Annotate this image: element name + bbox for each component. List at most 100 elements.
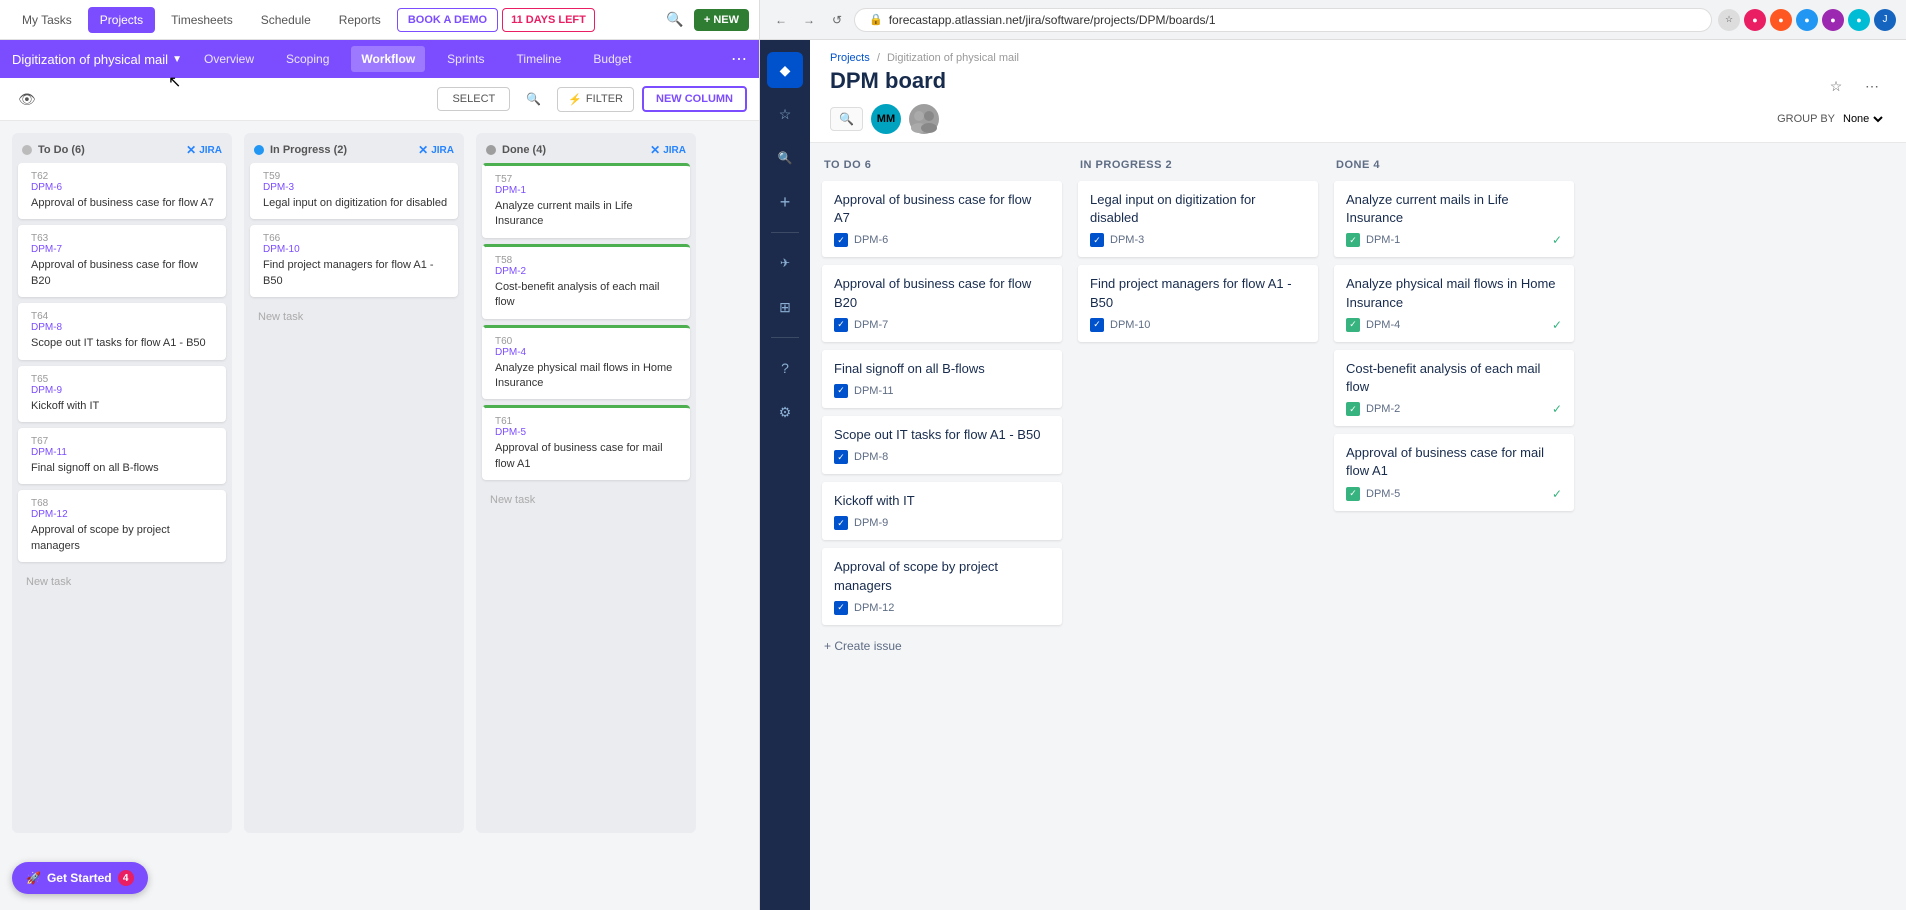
jira-card-dpm2[interactable]: Cost-benefit analysis of each mail flow … <box>1334 350 1574 426</box>
nav-tab-schedule[interactable]: Schedule <box>249 7 323 33</box>
card-t66[interactable]: T66DPM-10 Find project managers for flow… <box>250 225 458 297</box>
jira-x-icon: ✕ <box>418 143 428 157</box>
new-button[interactable]: + NEW <box>694 9 749 31</box>
jira-card-dpm4[interactable]: Analyze physical mail flows in Home Insu… <box>1334 265 1574 341</box>
card-t63[interactable]: T63DPM-7 Approval of business case for f… <box>18 225 226 297</box>
jira-nav-send[interactable]: ✈ <box>767 245 803 281</box>
checkbox-icon: ✓ <box>834 318 848 332</box>
project-title[interactable]: Digitization of physical mail ▼ <box>12 52 182 67</box>
search-icon[interactable]: 🔍 <box>518 88 549 110</box>
column-done: Done (4) ✕ JIRA T57DPM-1 Analyze current… <box>476 133 696 833</box>
forward-button[interactable]: → <box>798 9 820 31</box>
avatar-g[interactable] <box>909 104 939 134</box>
jira-card-dpm6[interactable]: Approval of business case for flow A7 ✓ … <box>822 181 1062 257</box>
checkbox-done-icon: ✓ <box>1346 233 1360 247</box>
more-options-icon[interactable]: ⋯ <box>1858 72 1886 100</box>
lock-icon: 🔒 <box>869 13 883 26</box>
get-started-button[interactable]: 🚀 Get Started 4 <box>12 862 148 894</box>
new-column-button[interactable]: NEW COLUMN <box>642 86 747 112</box>
nav-tab-projects[interactable]: Projects <box>88 7 155 33</box>
extension-icon-4[interactable]: ● <box>1848 9 1870 31</box>
card-t61[interactable]: T61DPM-5 Approval of business case for m… <box>482 405 690 480</box>
jira-nav-question[interactable]: ? <box>767 350 803 386</box>
card-t64[interactable]: T64DPM-8 Scope out IT tasks for flow A1 … <box>18 303 226 359</box>
create-issue-button[interactable]: + Create issue <box>822 633 1062 659</box>
account-icon[interactable]: ● <box>1744 9 1766 31</box>
address-bar[interactable]: 🔒 forecastapp.atlassian.net/jira/softwar… <box>854 8 1712 32</box>
refresh-button[interactable]: ↺ <box>826 9 848 31</box>
checkbox-icon: ✓ <box>834 233 848 247</box>
jira-card-dpm10[interactable]: Find project managers for flow A1 - B50 … <box>1078 265 1318 341</box>
project-tab-overview[interactable]: Overview <box>194 46 264 72</box>
jira-board-header: Projects / Digitization of physical mail… <box>810 40 1906 143</box>
book-demo-button[interactable]: BOOK A DEMO <box>397 8 498 32</box>
done-checkmark-icon: ✓ <box>1552 233 1562 247</box>
jira-card-dpm5[interactable]: Approval of business case for mail flow … <box>1334 434 1574 510</box>
jira-card-dpm8[interactable]: Scope out IT tasks for flow A1 - B50 ✓ D… <box>822 416 1062 474</box>
jira-toolbar: 🔍 MM GROUP BY None <box>830 104 1886 134</box>
eye-icon[interactable]: 👁 <box>12 87 42 112</box>
jira-content: ◆ ☆ 🔍 + ✈ ⊞ ? ⚙ Projects / Digitization … <box>760 40 1906 910</box>
project-tab-scoping[interactable]: Scoping <box>276 46 339 72</box>
group-by-select[interactable]: None <box>1839 112 1886 126</box>
breadcrumb-projects[interactable]: Projects <box>830 52 870 64</box>
jira-nav-search[interactable]: 🔍 <box>767 140 803 176</box>
filter-button[interactable]: ⚡ FILTER <box>557 87 634 112</box>
jira-nav-grid[interactable]: ⊞ <box>767 289 803 325</box>
nav-tab-mytasks[interactable]: My Tasks <box>10 7 84 33</box>
jira-card-dpm11[interactable]: Final signoff on all B-flows ✓ DPM-11 <box>822 350 1062 408</box>
project-more-icon[interactable]: ⋯ <box>731 49 747 69</box>
header-actions: ☆ ⋯ <box>1822 72 1886 100</box>
extension-icon-1[interactable]: ● <box>1770 9 1792 31</box>
card-t59[interactable]: T59DPM-3 Legal input on digitization for… <box>250 163 458 219</box>
jira-nav-plus[interactable]: + <box>767 184 803 220</box>
jira-x-icon: ✕ <box>650 143 660 157</box>
card-t60[interactable]: T60DPM-4 Analyze physical mail flows in … <box>482 325 690 400</box>
jira-card-dpm1[interactable]: Analyze current mails in Life Insurance … <box>1334 181 1574 257</box>
checkbox-icon: ✓ <box>1090 318 1104 332</box>
extension-icon-2[interactable]: ● <box>1796 9 1818 31</box>
jira-card-dpm12[interactable]: Approval of scope by project managers ✓ … <box>822 548 1062 624</box>
jira-nav-board[interactable]: ◆ <box>767 52 803 88</box>
breadcrumb-project: Digitization of physical mail <box>887 52 1019 64</box>
checkbox-icon: ✓ <box>834 516 848 530</box>
jira-col-todo: TO DO 6 Approval of business case for fl… <box>822 159 1062 894</box>
project-tab-timeline[interactable]: Timeline <box>507 46 572 72</box>
card-t62[interactable]: T62DPM-6 Approval of business case for f… <box>18 163 226 219</box>
project-tab-budget[interactable]: Budget <box>583 46 641 72</box>
star-board-icon[interactable]: ☆ <box>1822 72 1850 100</box>
jira-card-dpm9[interactable]: Kickoff with IT ✓ DPM-9 <box>822 482 1062 540</box>
filter-icon: ⚡ <box>568 93 582 106</box>
jira-card-dpm3[interactable]: Legal input on digitization for disabled… <box>1078 181 1318 257</box>
jira-nav-star[interactable]: ☆ <box>767 96 803 132</box>
back-button[interactable]: ← <box>770 9 792 31</box>
avatar-mm[interactable]: MM <box>871 104 901 134</box>
days-left-badge: 11 DAYS LEFT <box>502 8 595 32</box>
nav-tab-timesheets[interactable]: Timesheets <box>159 7 245 33</box>
project-tab-workflow[interactable]: Workflow <box>351 46 425 72</box>
star-icon[interactable]: ☆ <box>1718 9 1740 31</box>
nav-tab-reports[interactable]: Reports <box>327 7 393 33</box>
jira-col-inprogress: IN PROGRESS 2 Legal input on digitizatio… <box>1078 159 1318 894</box>
new-task-inprogress[interactable]: New task <box>250 303 458 331</box>
new-task-done[interactable]: New task <box>482 486 690 514</box>
extension-icon-3[interactable]: ● <box>1822 9 1844 31</box>
new-task-todo[interactable]: New task <box>18 568 226 596</box>
column-done-header: Done (4) ✕ JIRA <box>476 133 696 163</box>
card-t65[interactable]: T65DPM-9 Kickoff with IT <box>18 366 226 422</box>
jira-search-box[interactable]: 🔍 <box>830 107 863 131</box>
profile-icon[interactable]: J <box>1874 9 1896 31</box>
card-t58[interactable]: T58DPM-2 Cost-benefit analysis of each m… <box>482 244 690 319</box>
card-t68[interactable]: T68DPM-12 Approval of scope by project m… <box>18 490 226 562</box>
select-button[interactable]: SELECT <box>437 87 510 111</box>
jira-card-dpm7[interactable]: Approval of business case for flow B20 ✓… <box>822 265 1062 341</box>
jira-col-done: DONE 4 Analyze current mails in Life Ins… <box>1334 159 1574 894</box>
card-t67[interactable]: T67DPM-11 Final signoff on all B-flows <box>18 428 226 484</box>
board-title: DPM board <box>830 68 946 94</box>
project-tab-sprints[interactable]: Sprints <box>437 46 494 72</box>
done-cards: T57DPM-1 Analyze current mails in Life I… <box>476 163 696 833</box>
breadcrumb: Projects / Digitization of physical mail <box>830 52 1886 64</box>
search-icon[interactable]: 🔍 <box>660 7 689 32</box>
jira-nav-settings[interactable]: ⚙ <box>767 394 803 430</box>
card-t57[interactable]: T57DPM-1 Analyze current mails in Life I… <box>482 163 690 238</box>
